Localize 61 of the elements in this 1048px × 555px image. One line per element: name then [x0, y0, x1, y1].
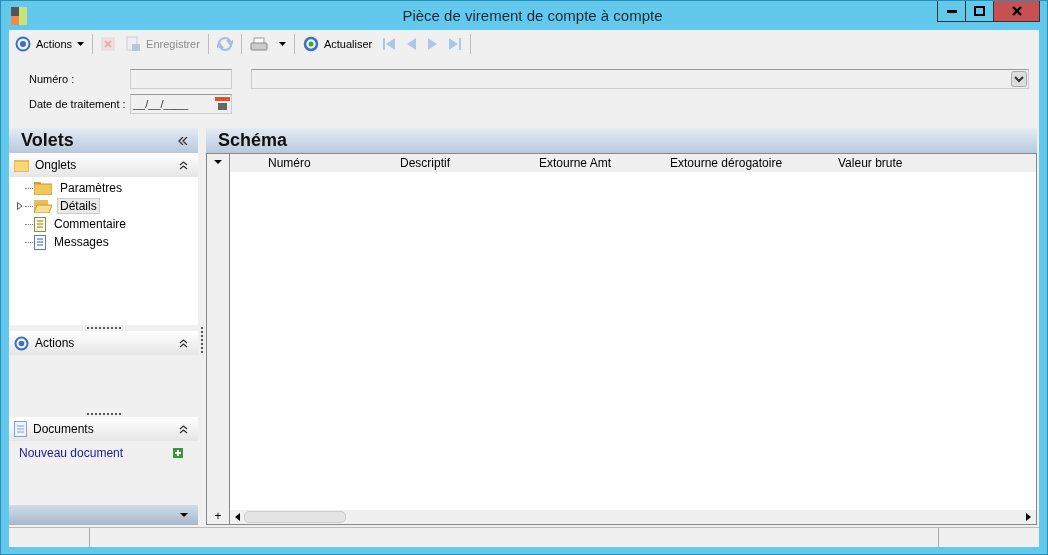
collapse-icon[interactable]	[179, 424, 188, 434]
tree-item[interactable]: Messages	[51, 234, 112, 250]
folder-icon	[34, 199, 52, 213]
caret-icon	[278, 41, 286, 46]
calendar-icon[interactable]	[215, 96, 230, 112]
refresh-icon	[302, 35, 319, 52]
refresh-button[interactable]: Actualiser	[298, 32, 377, 55]
column-header[interactable]: Extourne dérogatoire	[670, 156, 838, 170]
add-row-button[interactable]: +	[214, 510, 222, 523]
delete-icon	[101, 36, 116, 51]
close-button[interactable]	[993, 1, 1040, 22]
triangle-left-icon	[406, 36, 418, 51]
new-document-link[interactable]: Nouveau document	[19, 446, 124, 460]
scroll-left-icon[interactable]	[234, 513, 240, 521]
field-label: Date de traitement :	[28, 98, 127, 110]
document-icon	[34, 234, 46, 250]
panel-title: Volets	[21, 130, 74, 151]
printer-icon	[249, 36, 268, 51]
section-title: Onglets	[35, 158, 77, 172]
caret-icon	[77, 41, 85, 46]
expand-icon[interactable]	[17, 202, 25, 210]
tree-item[interactable]: Paramètres	[57, 180, 126, 196]
column-header[interactable]: Valeur brute	[838, 156, 903, 170]
minimize-icon	[946, 9, 957, 13]
add-icon[interactable]	[173, 448, 183, 458]
caret-icon[interactable]	[214, 160, 222, 164]
window-title: Pièce de virement de compte à compte	[401, 7, 664, 24]
triangle-right-icon	[427, 36, 439, 51]
column-header[interactable]: Extourne Amt	[539, 156, 670, 170]
date-field[interactable]: __/__/____	[130, 94, 232, 114]
panel-title: Schéma	[218, 130, 288, 151]
caret-icon[interactable]	[180, 513, 188, 517]
target-icon	[15, 35, 31, 52]
document-icon	[14, 421, 27, 437]
folder-icon	[14, 158, 29, 172]
document-icon	[34, 216, 46, 232]
save-icon	[125, 35, 142, 52]
tree-item[interactable]: Commentaire	[51, 216, 130, 232]
number-field[interactable]	[130, 69, 232, 89]
section-title: Actions	[35, 336, 75, 350]
skip-back-icon	[382, 36, 397, 51]
column-header[interactable]: Descriptif	[400, 156, 539, 170]
skip-forward-icon	[448, 36, 463, 51]
target-icon	[14, 335, 29, 351]
app-icon	[11, 6, 27, 25]
chevron-down-icon	[1011, 71, 1027, 87]
horizontal-scrollbar[interactable]	[230, 510, 1036, 524]
collapse-icon[interactable]	[179, 338, 188, 348]
scroll-right-icon[interactable]	[1026, 513, 1032, 521]
minimize-button[interactable]	[937, 1, 966, 22]
close-icon	[1011, 6, 1022, 16]
sync-icon	[216, 35, 233, 52]
field-label: Numéro :	[28, 73, 76, 85]
collapse-icon[interactable]	[179, 160, 188, 170]
collapse-icon[interactable]	[178, 136, 188, 145]
tree-item[interactable]: Détails	[57, 198, 100, 214]
maximize-icon	[974, 6, 985, 16]
actions-menu-button[interactable]: Actions	[11, 32, 89, 55]
folder-icon	[34, 181, 52, 195]
section-title: Documents	[33, 422, 94, 436]
column-header[interactable]: Numéro	[268, 156, 400, 170]
